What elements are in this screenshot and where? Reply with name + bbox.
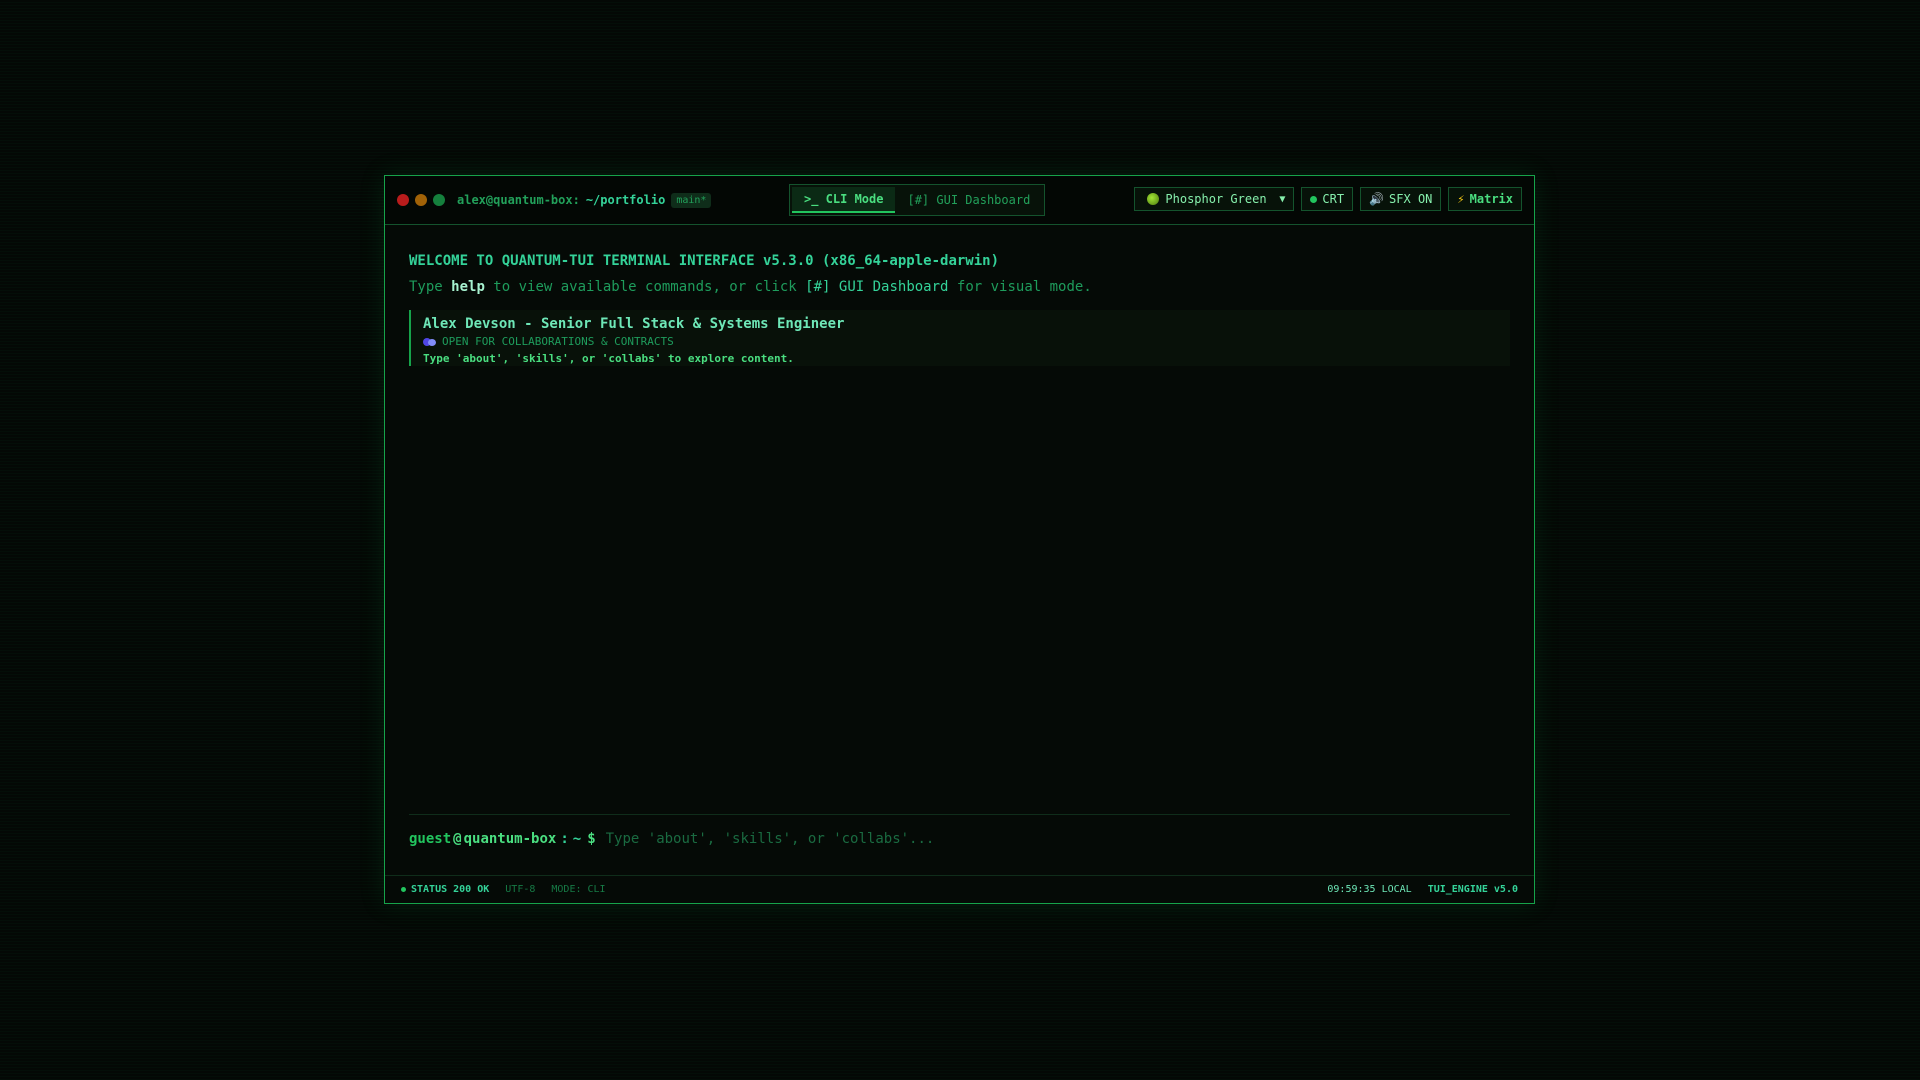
git-branch-badge: main* bbox=[671, 192, 712, 208]
close-window-button[interactable] bbox=[397, 194, 409, 206]
globe-icon bbox=[1147, 193, 1160, 205]
matrix-button-label: Matrix bbox=[1469, 192, 1513, 206]
prompt-host: quantum-box bbox=[463, 831, 557, 847]
mode-tabs: >_ CLI Mode [#] GUI Dashboard bbox=[789, 184, 1046, 216]
encoding-label: UTF-8 bbox=[505, 884, 536, 895]
mode-label: MODE: CLI bbox=[551, 884, 606, 895]
crt-toggle[interactable]: CRT bbox=[1301, 187, 1354, 211]
prompt-colon: : bbox=[560, 831, 569, 847]
command-prompt: guest @ quantum-box : ~ $ bbox=[409, 814, 1510, 863]
profile-card: Alex Devson - Senior Full Stack & System… bbox=[409, 310, 1510, 366]
explore-hint: Type 'about', 'skills', or 'collabs' to … bbox=[423, 352, 794, 365]
hint-text: to view available commands, or click bbox=[484, 279, 806, 295]
hint-text: for visual mode. bbox=[948, 279, 1092, 295]
maximize-window-button[interactable] bbox=[433, 194, 445, 206]
people-icon bbox=[423, 337, 437, 347]
window-controls bbox=[397, 194, 445, 206]
prompt-at: @ bbox=[453, 831, 462, 847]
tab-gui-dashboard[interactable]: [#] GUI Dashboard bbox=[895, 185, 1042, 215]
crt-toggle-label: CRT bbox=[1322, 192, 1345, 206]
terminal-output: WELCOME TO QUANTUM-TUI TERMINAL INTERFAC… bbox=[409, 252, 1510, 366]
sfx-toggle[interactable]: 🔊 SFX ON bbox=[1360, 187, 1442, 211]
help-hint: Type help to view available commands, or… bbox=[409, 278, 1510, 296]
engine-version-label: TUI_ENGINE v5.0 bbox=[1427, 884, 1518, 895]
welcome-banner: WELCOME TO QUANTUM-TUI TERMINAL INTERFAC… bbox=[409, 253, 1000, 269]
prompt-symbol: $ bbox=[587, 831, 596, 847]
session-path: alex@quantum-box: ~/portfolio main* bbox=[457, 192, 712, 208]
theme-select-value: Phosphor Green bbox=[1165, 192, 1267, 206]
profile-title: Alex Devson - Senior Full Stack & System… bbox=[423, 316, 845, 332]
matrix-button[interactable]: ⚡ Matrix bbox=[1448, 187, 1522, 211]
hint-text: Type bbox=[409, 279, 452, 295]
status-text: STATUS 200 OK bbox=[411, 884, 490, 895]
toolbar-controls: Phosphor Green ▼ CRT 🔊 SFX ON ⚡ Matrix bbox=[1134, 187, 1522, 211]
command-input[interactable] bbox=[603, 830, 1510, 848]
minimize-window-button[interactable] bbox=[415, 194, 427, 206]
prompt-user: guest bbox=[409, 831, 452, 847]
title-bar: alex@quantum-box: ~/portfolio main* >_ C… bbox=[385, 176, 1534, 225]
availability-status: OPEN FOR COLLABORATIONS & CONTRACTS bbox=[423, 335, 1498, 348]
user-host-label: alex@quantum-box: bbox=[457, 193, 580, 207]
tab-cli-mode[interactable]: >_ CLI Mode bbox=[792, 187, 896, 213]
speaker-icon: 🔊 bbox=[1369, 192, 1385, 206]
lightning-icon: ⚡ bbox=[1457, 192, 1465, 206]
status-bar: STATUS 200 OK UTF-8 MODE: CLI 09:59:35 L… bbox=[385, 875, 1534, 903]
theme-select[interactable]: Phosphor Green ▼ bbox=[1134, 187, 1295, 211]
help-keyword: help bbox=[451, 279, 485, 295]
terminal-window: alex@quantum-box: ~/portfolio main* >_ C… bbox=[384, 175, 1535, 904]
crt-status-led-icon bbox=[1310, 195, 1318, 203]
status-led-icon bbox=[401, 887, 406, 892]
status-indicator: STATUS 200 OK bbox=[401, 884, 489, 895]
clock-label: 09:59:35 LOCAL bbox=[1327, 884, 1412, 895]
sfx-toggle-label: SFX ON bbox=[1389, 192, 1433, 206]
gui-dashboard-link[interactable]: [#] GUI Dashboard bbox=[805, 279, 948, 295]
chevron-down-icon: ▼ bbox=[1279, 193, 1286, 205]
prompt-dir: ~ bbox=[572, 831, 582, 847]
current-directory: ~/portfolio bbox=[585, 193, 666, 207]
availability-label: OPEN FOR COLLABORATIONS & CONTRACTS bbox=[442, 335, 674, 348]
